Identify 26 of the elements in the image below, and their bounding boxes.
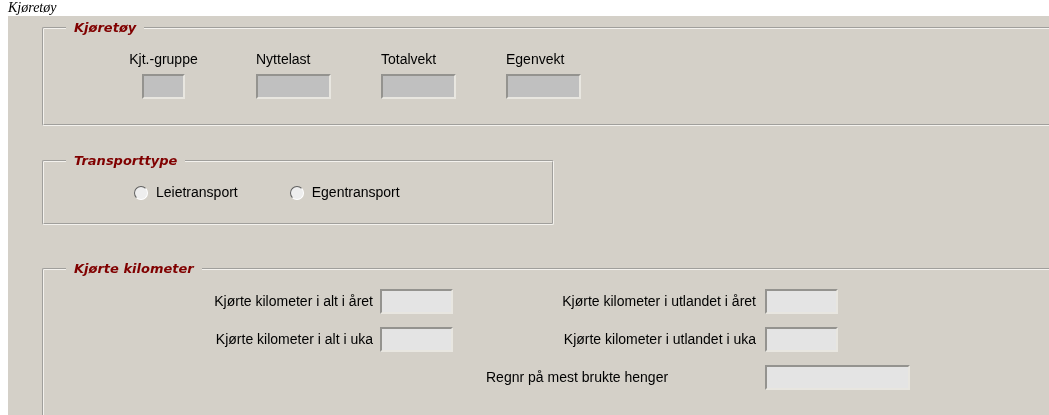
radio-option[interactable]: Egentransport	[289, 182, 400, 203]
input-field[interactable]	[765, 365, 910, 390]
input-field[interactable]	[256, 74, 331, 99]
input-field[interactable]	[380, 327, 453, 352]
input-field[interactable]	[765, 289, 838, 314]
field-label: Kjørte kilometer i utlandet i året	[562, 292, 756, 311]
radio-button[interactable]	[134, 185, 148, 200]
field-label: Kjørte kilometer i alt i året	[214, 292, 373, 311]
group-title: Kjøretøy	[73, 20, 138, 36]
field-label: Kjt.-gruppe	[129, 50, 198, 68]
input-field[interactable]	[765, 327, 838, 352]
field-label: Nyttelast	[256, 50, 311, 68]
radio-button[interactable]	[289, 185, 304, 200]
field-label: Totalvekt	[381, 50, 437, 68]
input-field[interactable]	[506, 74, 581, 99]
input-field[interactable]	[142, 74, 185, 99]
field-label: Kjørte kilometer i utlandet i uka	[563, 330, 756, 349]
field-label: Egenvekt	[506, 50, 565, 68]
page-heading: Kjøretøy	[8, 0, 57, 16]
group-title: Transporttype	[73, 153, 179, 169]
group-title: Kjørte kilometer	[73, 261, 196, 277]
field-label: Regnr på mest brukte henger	[486, 368, 669, 387]
input-field[interactable]	[381, 74, 456, 99]
field-label: Kjørte kilometer i alt i uka	[215, 330, 373, 349]
input-field[interactable]	[380, 289, 453, 314]
radio-option[interactable]: Leietransport	[134, 182, 238, 203]
